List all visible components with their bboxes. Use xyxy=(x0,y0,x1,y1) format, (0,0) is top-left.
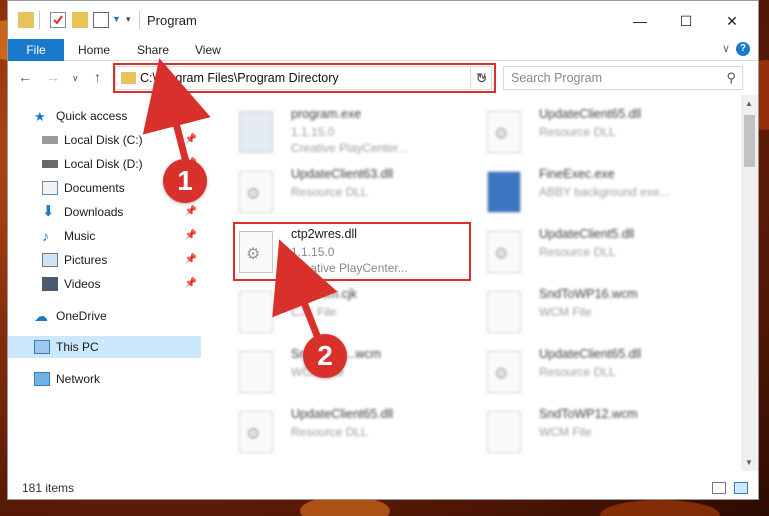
step-1-badge: 1 xyxy=(163,159,207,203)
arrow-to-address-bar xyxy=(142,58,211,163)
annotation-arrows xyxy=(142,58,338,340)
step-2-badge: 2 xyxy=(303,334,347,378)
arrow-to-dll-file xyxy=(272,239,338,340)
